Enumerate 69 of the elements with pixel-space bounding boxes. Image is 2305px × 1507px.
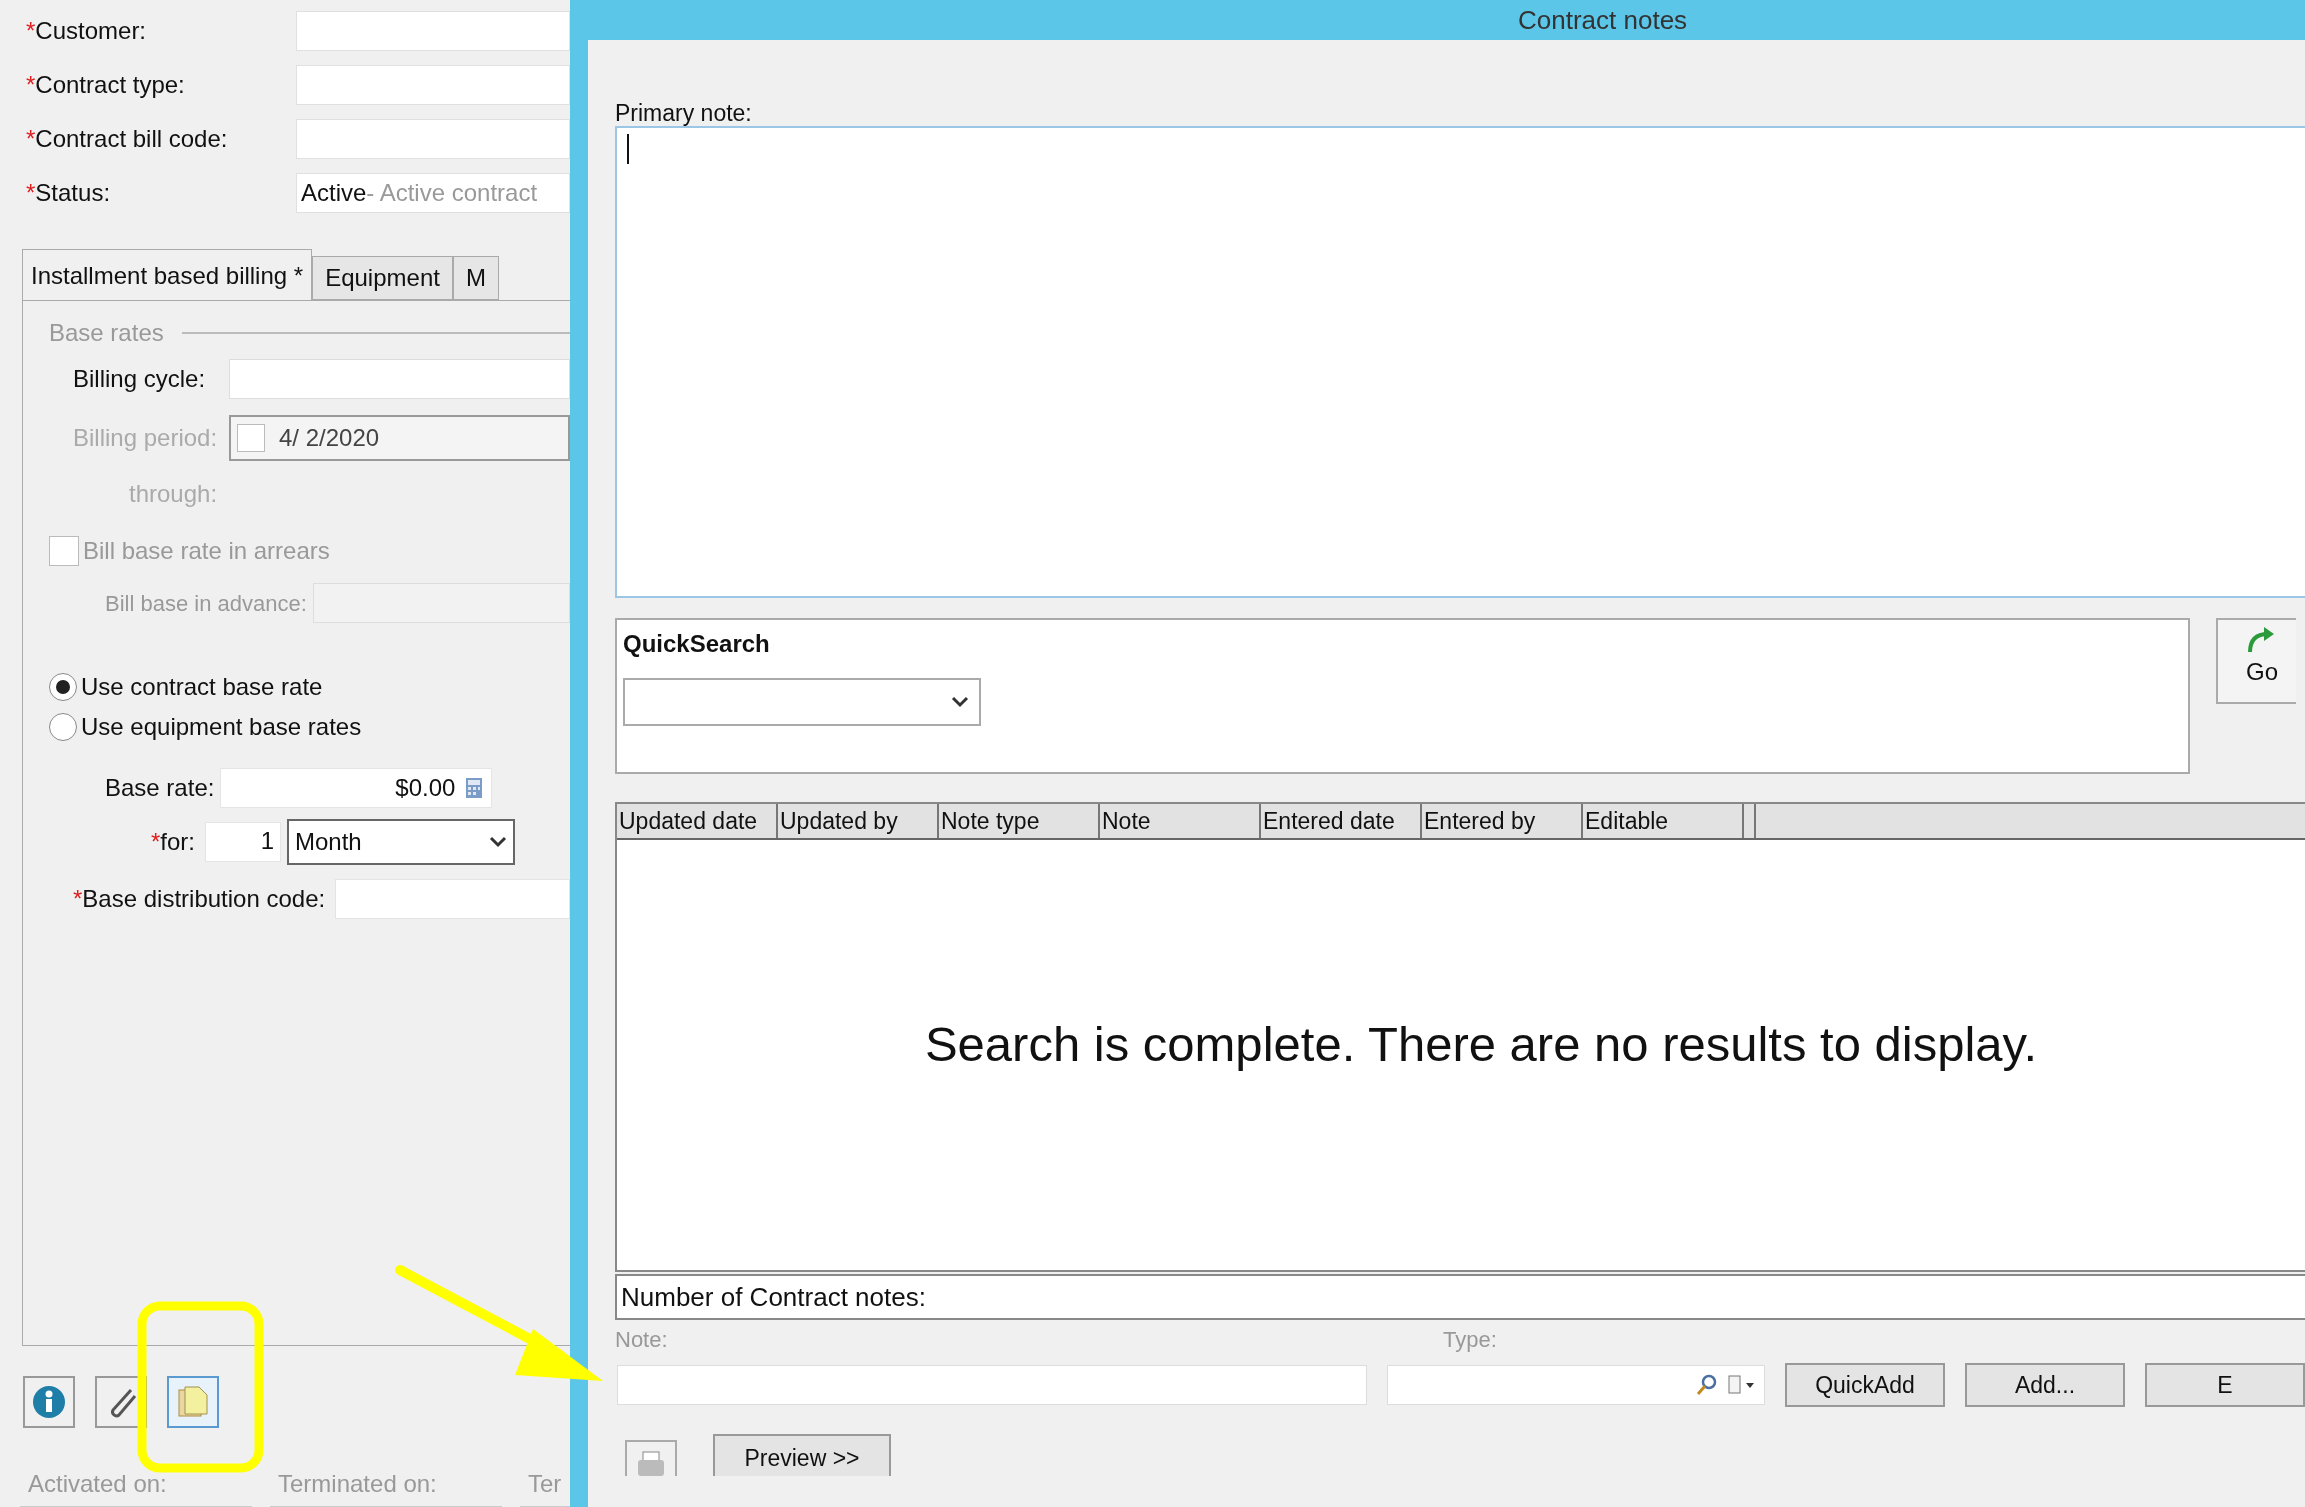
input-field[interactable] [312,583,570,623]
field-label: *Contract bill code: [26,124,229,154]
text-area[interactable] [615,126,2305,598]
column-header[interactable]: Note type [939,804,1100,838]
empty-message: Search is complete. There are no results to display. [924,1016,2038,1074]
toolbar-button[interactable] [23,1376,75,1428]
chevron-down-icon [489,836,507,848]
column-header[interactable]: Updated date [617,804,778,838]
field-label: Base rate: [105,773,215,803]
radio-label: Use contract base rate [81,672,323,702]
chevron-down-icon [951,696,969,708]
field-label: through: [129,479,218,509]
search-icon [1696,1374,1718,1396]
notes-icon [175,1384,211,1420]
tab[interactable]: Equipment [312,256,453,300]
input-field[interactable] [617,1365,1368,1405]
field-label: Primary note: [615,99,752,126]
tab[interactable]: Installment based billing * [22,249,313,301]
field-label: *Base distribution code: [73,884,326,914]
field-label: *Contract type: [26,70,186,100]
radio-button[interactable] [49,713,77,741]
group-title: Base rates [49,318,164,348]
panel-title: QuickSearch [623,629,770,659]
currency-field[interactable]: $0.00 [220,768,493,808]
number-field[interactable]: 1 [205,822,281,862]
field-label: Type: [1443,1326,1497,1354]
input-field[interactable] [229,359,570,399]
tab[interactable]: M [452,256,499,300]
field-label: Billing cycle: [73,364,207,394]
column-header[interactable]: Editable [1583,804,1744,838]
checkbox[interactable] [49,536,79,566]
checkbox-label: Bill base rate in arrears [83,536,330,566]
dropdown[interactable] [623,678,981,726]
input-field[interactable]: Active- Active contract [296,173,570,213]
window-title: Contract notes [1518,3,1688,37]
button[interactable]: Preview >> [713,1434,891,1476]
column-header[interactable]: Note [1100,804,1261,838]
info-icon [31,1384,67,1420]
redo-arrow-icon [2246,626,2276,654]
checkbox[interactable] [237,424,265,452]
column-header[interactable]: Entered by [1422,804,1583,838]
button[interactable]: Add... [1965,1363,2125,1407]
go-button[interactable]: Go [2216,618,2296,704]
field-label: *Status: [26,178,112,208]
field-label: *for: [149,827,196,857]
date-field[interactable]: 4/ 2/2020 [229,415,570,461]
calculator-icon [465,777,484,799]
radio-label: Use equipment base rates [81,712,362,742]
field-label: Bill base in advance: [105,589,307,618]
field-label: *Customer: [26,16,148,46]
radio-button[interactable] [49,673,77,701]
input-field[interactable] [296,119,570,159]
field-label: Activated on: [20,1466,252,1507]
column-header[interactable]: Entered date [1261,804,1422,838]
print-button[interactable] [625,1440,677,1476]
document-menu-icon [1726,1374,1756,1396]
field-label: Note: [615,1326,669,1354]
field-label: Terminated on: [270,1466,502,1507]
input-field[interactable] [335,879,570,919]
count-bar: Number of Contract notes: [615,1274,2305,1320]
button[interactable]: QuickAdd [1785,1363,1945,1407]
dropdown[interactable]: Month [287,819,515,865]
field-label: Billing period: [73,423,219,453]
column-header[interactable]: Updated by [778,804,939,838]
button[interactable]: E [2145,1363,2305,1407]
input-field[interactable] [296,11,570,51]
input-field[interactable] [1387,1365,1765,1405]
printer-icon [636,1450,666,1476]
input-field[interactable] [296,65,570,105]
